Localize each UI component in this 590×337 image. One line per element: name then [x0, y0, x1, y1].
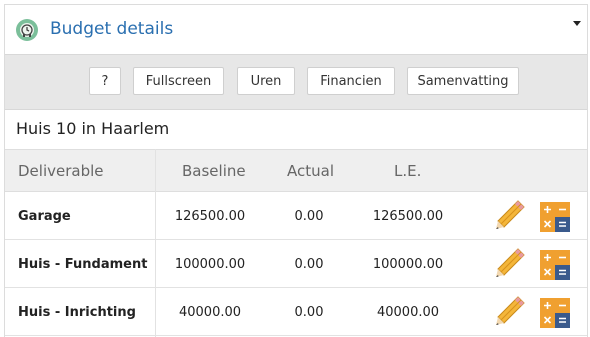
deliverable-name: Huis - Fundament: [18, 257, 148, 272]
project-name: Huis 10 in Haarlem: [16, 119, 170, 138]
pencil-icon[interactable]: [492, 245, 528, 281]
uren-button[interactable]: Uren: [237, 67, 295, 95]
actual-value: 0.00: [294, 257, 324, 272]
baseline-value: 100000.00: [174, 257, 246, 272]
baseline-value: 40000.00: [178, 305, 242, 320]
budget-details-panel: Budget details ? Fullscreen Uren Financi…: [4, 4, 588, 337]
financien-button[interactable]: Financien: [307, 67, 395, 95]
deliverable-name: Garage: [18, 209, 71, 224]
samenvatting-button[interactable]: Samenvatting: [407, 67, 519, 95]
page-title: Budget details: [50, 19, 174, 39]
clock-badge-icon: [16, 19, 38, 41]
le-value: 126500.00: [372, 209, 444, 224]
column-header-le: L.E.: [394, 162, 422, 180]
pencil-icon[interactable]: [492, 197, 528, 233]
calculator-icon[interactable]: [539, 249, 571, 281]
actual-value: 0.00: [294, 209, 324, 224]
column-header-baseline: Baseline: [182, 162, 246, 180]
table-row: Huis - Fundament 100000.00 0.00 100000.0…: [5, 240, 587, 288]
baseline-value: 126500.00: [174, 209, 246, 224]
column-header-actual: Actual: [287, 162, 334, 180]
panel-header: Budget details: [5, 5, 587, 54]
table-header: Deliverable Baseline Actual L.E.: [5, 149, 587, 192]
pencil-icon[interactable]: [492, 293, 528, 329]
table-row: Huis - Inrichting 40000.00 0.00 40000.00: [5, 288, 587, 336]
le-value: 100000.00: [372, 257, 444, 272]
fullscreen-button[interactable]: Fullscreen: [133, 67, 224, 95]
actual-value: 0.00: [294, 305, 324, 320]
calculator-icon[interactable]: [539, 297, 571, 329]
table-row: Garage 126500.00 0.00 126500.00: [5, 192, 587, 240]
toolbar: ? Fullscreen Uren Financien Samenvatting: [5, 54, 587, 110]
calculator-icon[interactable]: [539, 201, 571, 233]
help-button[interactable]: ?: [89, 67, 121, 95]
column-header-deliverable: Deliverable: [18, 162, 104, 180]
le-value: 40000.00: [376, 305, 440, 320]
deliverable-name: Huis - Inrichting: [18, 305, 136, 320]
caret-down-icon[interactable]: [573, 21, 581, 26]
